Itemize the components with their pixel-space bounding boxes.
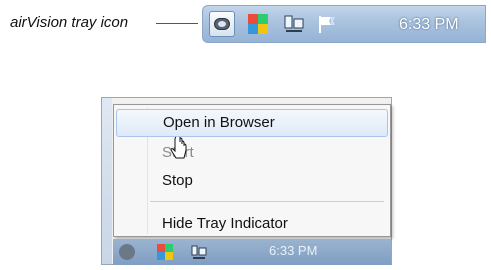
system-tray: 6:33 PM: [202, 5, 486, 43]
action-center-flag-icon[interactable]: [315, 13, 337, 35]
context-menu-window: Open in Browser Start Stop Hide Tray Ind…: [101, 97, 392, 265]
taskbar-clock[interactable]: 6:33 PM: [399, 16, 459, 34]
callout-label: airVision tray icon: [10, 14, 129, 31]
menu-item-start: Start: [116, 139, 388, 167]
context-menu: Open in Browser Start Stop Hide Tray Ind…: [113, 104, 391, 237]
avg-icon[interactable]: [247, 13, 269, 35]
camera-lens: [218, 21, 226, 27]
window-left-strip: [102, 98, 112, 264]
airvision-tray-icon[interactable]: [119, 244, 135, 260]
taskbar-clock-partial: 6:33 PM: [269, 243, 318, 258]
network-icon[interactable]: [283, 13, 305, 35]
airvision-tray-icon[interactable]: [209, 11, 235, 37]
menu-item-stop[interactable]: Stop: [116, 167, 388, 195]
callout-pointer-line: [156, 23, 198, 24]
menu-separator: [150, 201, 384, 202]
network-icon[interactable]: [191, 244, 207, 260]
avg-icon[interactable]: [157, 244, 173, 260]
bottom-taskbar-strip: 6:33 PM: [113, 239, 391, 265]
menu-item-open-in-browser[interactable]: Open in Browser: [116, 109, 388, 137]
menu-item-hide-tray-indicator[interactable]: Hide Tray Indicator: [116, 210, 388, 238]
hand-cursor-icon: [170, 137, 187, 159]
